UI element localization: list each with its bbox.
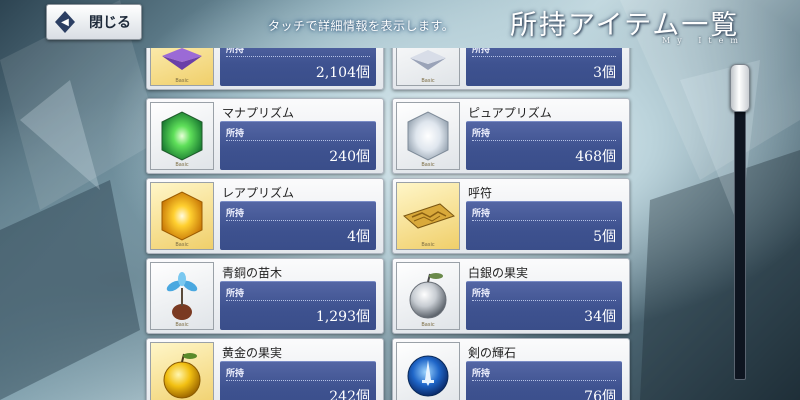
divider [226,56,370,57]
item-count: 242個 [329,389,370,400]
item-name: レアプリズム [222,186,295,200]
purple-gem-icon [162,48,202,70]
item-list[interactable]: Basic 所持 2,104個 Basic 所持 3個 Basic マナプリズム… [140,48,640,400]
item-count: 2,104個 [315,65,370,81]
item-thumbnail: Basic [150,182,214,250]
item-thumbnail: Basic [396,342,460,400]
quantity-panel: 所持 76個 [466,361,622,400]
thumb-caption: Basic [175,322,189,328]
quantity-panel: 所持 2,104個 [220,48,376,86]
back-arrow-icon: ◀ [55,11,75,33]
quantity-panel: 所持 1,293個 [220,281,376,330]
divider [226,140,370,141]
item-card[interactable]: Basic レアプリズム 所持 4個 [146,178,384,254]
bronze-sapling-icon [166,272,198,320]
item-thumbnail: Basic [150,48,214,86]
rare-prism-icon [161,191,203,241]
item-name: マナプリズム [222,106,295,120]
item-count: 468個 [575,149,616,165]
divider [226,300,370,301]
item-name: 白銀の果実 [468,266,529,280]
item-count: 76個 [584,389,616,400]
owned-label: 所持 [472,48,491,55]
item-thumbnail: Basic [396,182,460,250]
owned-label: 所持 [472,209,491,219]
silver-fruit-icon [409,273,447,319]
touch-hint: タッチで詳細情報を表示します。 [268,19,455,33]
white-gem-icon [410,50,446,70]
close-button[interactable]: ◀ 閉じる [46,4,142,40]
item-thumbnail: Basic [150,262,214,330]
quantity-panel: 所持 4個 [220,201,376,250]
item-card[interactable]: Basic 青銅の苗木 所持 1,293個 [146,258,384,334]
thumb-caption: Basic [175,78,189,84]
item-count: 240個 [329,149,370,165]
quantity-panel: 所持 5個 [466,201,622,250]
thumb-caption: Basic [421,78,435,84]
item-count: 4個 [347,229,370,245]
owned-label: 所持 [226,48,245,55]
quantity-panel: 所持 3個 [466,48,622,86]
item-card[interactable]: Basic 剣の輝石 所持 76個 [392,338,630,400]
item-card[interactable]: Basic 所持 3個 [392,48,630,90]
pure-prism-icon [407,111,449,161]
mana-prism-icon [161,111,203,161]
saber-gem-icon [407,355,449,397]
divider [226,380,370,381]
item-count: 5個 [593,229,616,245]
item-thumbnail: Basic [396,102,460,170]
thumb-caption: Basic [421,242,435,248]
item-card[interactable]: Basic 所持 2,104個 [146,48,384,90]
quantity-panel: 所持 468個 [466,121,622,170]
close-button-label: 閉じる [89,15,131,31]
thumb-caption: Basic [175,162,189,168]
item-count: 3個 [593,65,616,81]
item-name: 青銅の苗木 [222,266,283,280]
thumb-caption: Basic [175,242,189,248]
scrollbar-thumb[interactable] [730,64,750,112]
item-thumbnail: Basic [150,342,214,400]
item-name: 呼符 [468,186,493,200]
page-subtitle: My Item [662,36,745,45]
item-card[interactable]: Basic ピュアプリズム 所持 468個 [392,98,630,174]
item-count: 34個 [584,309,616,325]
owned-label: 所持 [472,129,491,139]
owned-label: 所持 [226,129,245,139]
quantity-panel: 所持 240個 [220,121,376,170]
item-card[interactable]: Basic 白銀の果実 所持 34個 [392,258,630,334]
owned-label: 所持 [226,369,245,379]
divider [226,220,370,221]
golden-fruit-icon [163,353,201,399]
item-name: 剣の輝石 [468,346,517,360]
owned-label: 所持 [226,289,245,299]
divider [472,140,616,141]
owned-label: 所持 [226,209,245,219]
thumb-caption: Basic [421,162,435,168]
item-thumbnail: Basic [396,48,460,86]
divider [472,380,616,381]
owned-label: 所持 [472,289,491,299]
item-name: 黄金の果実 [222,346,283,360]
item-name: ピュアプリズム [468,106,552,120]
item-card[interactable]: Basic 黄金の果実 所持 242個 [146,338,384,400]
item-card[interactable]: Basic 呼符 所持 5個 [392,178,630,254]
owned-label: 所持 [472,369,491,379]
thumb-caption: Basic [421,322,435,328]
item-card[interactable]: Basic マナプリズム 所持 240個 [146,98,384,174]
quantity-panel: 所持 34個 [466,281,622,330]
divider [472,56,616,57]
item-count: 1,293個 [315,309,370,325]
quantity-panel: 所持 242個 [220,361,376,400]
divider [472,300,616,301]
summon-ticket-icon [403,203,455,229]
item-thumbnail: Basic [150,102,214,170]
divider [472,220,616,221]
scrollbar-track[interactable] [734,66,746,380]
item-thumbnail: Basic [396,262,460,330]
